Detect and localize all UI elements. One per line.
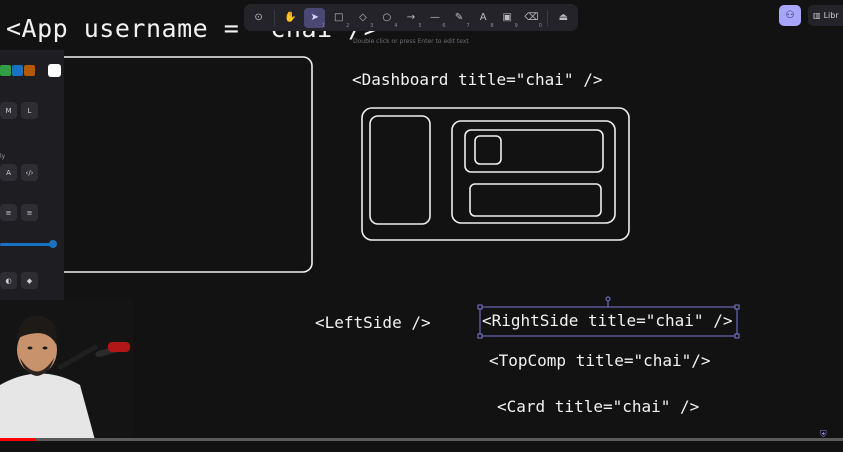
eraser-icon: ⌫ — [524, 12, 539, 23]
size-m-button[interactable]: M — [0, 102, 17, 119]
edit-hint: Double click or press Enter to edit text — [353, 38, 469, 45]
diamond-tool-button[interactable]: ◇ 3 — [352, 8, 374, 29]
text-icon: A — [479, 12, 487, 23]
collaborate-button[interactable]: ⚇ — [779, 5, 801, 26]
font-hand-button[interactable]: A — [0, 164, 17, 181]
tool-shortcut-number: 9 — [514, 22, 518, 29]
extra-tools-icon: ⏏ — [558, 12, 569, 23]
arrow-tool-button[interactable]: → 5 — [400, 8, 422, 29]
ellipse-icon: ○ — [382, 12, 392, 23]
rectangle-tool-button[interactable]: □ 2 — [328, 8, 350, 29]
rectangle-icon: □ — [334, 12, 344, 23]
line-icon: — — [430, 12, 441, 23]
leftside-box[interactable] — [369, 115, 431, 225]
line-tool-button[interactable]: —6 — [425, 8, 446, 29]
toolbar-separator — [274, 9, 276, 26]
text-tool-button[interactable]: A8 — [473, 8, 494, 29]
users-icon: ⚇ — [785, 10, 795, 21]
tool-shortcut-number: 2 — [346, 22, 350, 29]
card-box[interactable] — [469, 183, 602, 217]
bring-front-button[interactable]: ◆ — [21, 272, 38, 289]
selection-icon: ➤ — [310, 12, 319, 23]
selection-tool-button[interactable]: ➤ 1 — [304, 7, 326, 29]
align-center-button[interactable]: ≡ — [21, 204, 38, 221]
eraser-tool-button[interactable]: ⌫ 0 — [521, 8, 542, 29]
tool-shortcut-number: 5 — [418, 22, 422, 29]
topcomp-label[interactable]: <TopComp title="chai"/> — [489, 351, 711, 370]
send-back-button[interactable]: ◐ — [0, 272, 17, 289]
card-label[interactable]: <Card title="chai" /> — [497, 397, 699, 416]
tool-shortcut-number: 1 — [322, 22, 326, 29]
lock-tool-button[interactable]: ⊙ — [248, 8, 269, 28]
tool-shortcut-number: 0 — [538, 22, 542, 29]
tool-shortcut-number: 3 — [370, 22, 374, 29]
diamond-icon: ◇ — [358, 12, 367, 23]
video-progress-fill — [0, 438, 37, 441]
toolbar-separator — [546, 9, 548, 26]
library-label: Libr — [823, 11, 839, 20]
image-icon: ▣ — [502, 12, 512, 23]
dashboard-outer-box[interactable] — [361, 107, 630, 241]
extra-tools-tool-button[interactable]: ⏏ — [553, 8, 574, 28]
arrow-icon: → — [406, 12, 416, 23]
tool-shortcut-number: 6 — [442, 22, 446, 29]
pencil-icon: ✎ — [454, 12, 464, 23]
tool-shortcut-number: 8 — [490, 22, 494, 29]
lock-icon: ⊙ — [254, 12, 263, 23]
pencil-tool-button[interactable]: ✎ 7 — [449, 8, 470, 29]
dashboard-label[interactable]: <Dashboard title="chai" /> — [352, 70, 602, 89]
library-button[interactable]: ▥ Libr — [808, 5, 843, 26]
rightside-label[interactable]: <RightSide title="chai" /> — [482, 311, 732, 330]
opacity-slider-thumb[interactable] — [49, 240, 57, 248]
webcam-overlay — [0, 300, 133, 440]
font-family-label: ly — [0, 153, 6, 160]
size-l-button[interactable]: L — [21, 102, 38, 119]
tool-shortcut-number: 4 — [394, 22, 398, 29]
color-swatch[interactable] — [24, 65, 35, 76]
book-icon: ▥ — [813, 11, 821, 20]
tools-toolbar: ⊙ ✋ ➤ 1 □ 2 ◇ 3 ○ 4 → 5—6 ✎ 7 A 8 ▣ 9 ⌫ 0 ⏏ — [244, 4, 578, 31]
image-tool-button[interactable]: ▣ 9 — [497, 8, 518, 29]
color-swatch[interactable] — [12, 65, 23, 76]
color-swatch[interactable] — [0, 65, 11, 76]
app-box[interactable] — [39, 56, 313, 273]
video-progress-bar[interactable] — [0, 438, 843, 441]
swatch-selected[interactable] — [48, 64, 61, 77]
hand-icon: ✋ — [284, 12, 297, 23]
align-left-button[interactable]: ≡ — [0, 204, 17, 221]
leftside-label[interactable]: <LeftSide /> — [315, 313, 431, 332]
avatar-box[interactable] — [474, 135, 502, 165]
font-code-button[interactable]: ‹/› — [21, 164, 38, 181]
opacity-slider[interactable] — [0, 243, 53, 246]
shield-icon: ⛨ — [820, 430, 827, 440]
hand-tool-button[interactable]: ✋ — [280, 8, 301, 28]
tool-shortcut-number: 7 — [466, 22, 470, 29]
ellipse-tool-button[interactable]: ○ 4 — [376, 8, 398, 29]
